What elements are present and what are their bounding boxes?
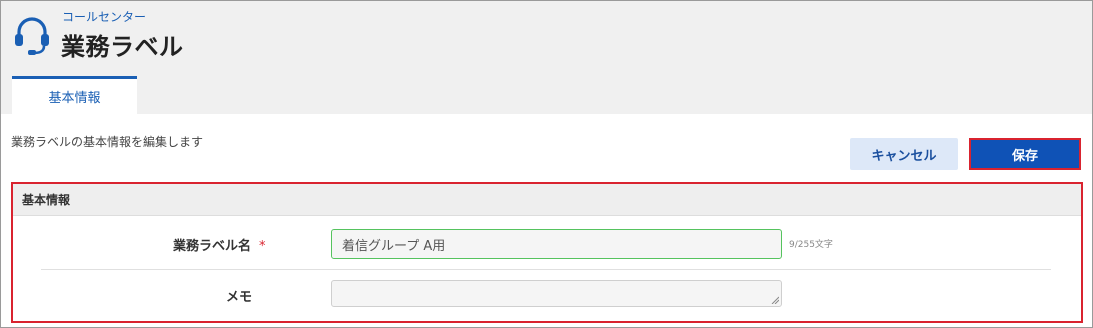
cancel-button[interactable]: キャンセル <box>850 138 958 170</box>
char-counter: 9/255文字 <box>789 240 833 250</box>
save-button[interactable]: 保存 <box>969 138 1081 170</box>
headset-icon <box>15 17 49 55</box>
label-name-input[interactable]: 着信グループ A用 <box>331 229 782 259</box>
tab-basic-info[interactable]: 基本情報 <box>12 76 137 114</box>
memo-field-label: メモ <box>226 290 253 305</box>
row-divider <box>41 269 1051 270</box>
app-frame: コールセンター 業務ラベル 基本情報 業務ラベルの基本情報を編集します キャンセ… <box>0 0 1093 328</box>
page-description: 業務ラベルの基本情報を編集します <box>11 135 204 149</box>
name-field-label: 業務ラベル名 * <box>173 235 266 254</box>
section-title: 基本情報 <box>13 184 1081 216</box>
breadcrumb[interactable]: コールセンター <box>62 8 146 25</box>
name-label-text: 業務ラベル名 <box>173 239 252 254</box>
memo-textarea[interactable] <box>331 280 782 307</box>
resize-handle-icon[interactable] <box>771 296 779 304</box>
label-name-value: 着信グループ A用 <box>342 238 446 254</box>
basic-info-section: 基本情報 業務ラベル名 * 着信グループ A用 9/255文字 メモ <box>11 182 1083 323</box>
page-title: 業務ラベル <box>61 33 184 61</box>
page-header: コールセンター 業務ラベル 基本情報 <box>1 1 1092 114</box>
required-mark: * <box>259 239 266 254</box>
